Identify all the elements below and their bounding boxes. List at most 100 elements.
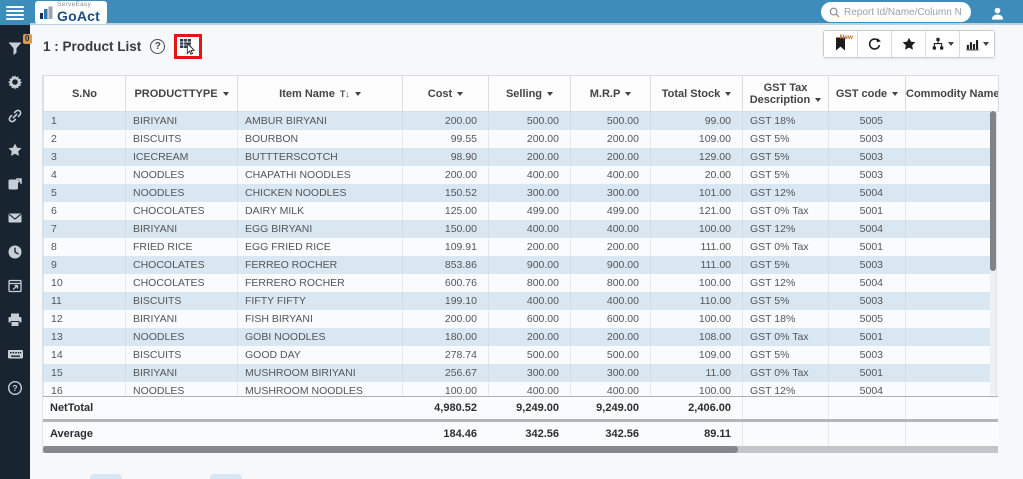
share-export-icon[interactable]	[7, 175, 24, 192]
cell-selling: 800.00	[489, 274, 571, 292]
average-mrp: 342.56	[570, 428, 650, 440]
star-icon	[902, 37, 916, 51]
horizontal-scrollbar[interactable]	[43, 446, 998, 453]
column-header-gst-code[interactable]: GST code	[829, 76, 906, 112]
cell-mrp: 800.00	[571, 274, 651, 292]
chevron-down-icon	[223, 92, 229, 96]
cell-sno: 5	[44, 184, 126, 202]
cutoff-element	[210, 474, 242, 479]
column-header-item-name[interactable]: Item NameT↓	[238, 76, 403, 112]
table-row[interactable]: 16 NOODLES MUSHROOM NOODLES 100.00 400.0…	[44, 382, 997, 396]
new-bookmark-button[interactable]: New	[824, 31, 858, 57]
report-toolbar: New	[823, 30, 995, 58]
table-row[interactable]: 3 ICECREAM BUTTTERSCOTCH 98.90 200.00 20…	[44, 148, 997, 166]
cell-commodity	[906, 166, 997, 184]
cell-total-stock: 111.00	[651, 238, 743, 256]
mail-icon[interactable]	[7, 209, 24, 226]
user-account-button[interactable]	[987, 3, 1007, 23]
cell-selling: 200.00	[489, 148, 571, 166]
cell-commodity	[906, 112, 997, 130]
column-header-selling[interactable]: Selling	[489, 76, 571, 112]
app-logo[interactable]: ServeEasy GoAct	[35, 1, 107, 24]
column-header-producttype[interactable]: PRODUCTTYPE	[126, 76, 238, 112]
table-row[interactable]: 4 NOODLES CHAPATHI NOODLES 200.00 400.00…	[44, 166, 997, 184]
table-row[interactable]: 14 BISCUITS GOOD DAY 278.74 500.00 500.0…	[44, 346, 997, 364]
logo-bars-icon	[39, 5, 54, 21]
table-row[interactable]: 6 CHOCOLATES DAIRY MILK 125.00 499.00 49…	[44, 202, 997, 220]
table-row[interactable]: 8 FRIED RICE EGG FRIED RICE 109.91 200.0…	[44, 238, 997, 256]
column-header-mrp[interactable]: M.R.P	[571, 76, 651, 112]
table-row[interactable]: 11 BISCUITS FIFTY FIFTY 199.10 400.00 40…	[44, 292, 997, 310]
link-icon[interactable]	[7, 107, 24, 124]
help-icon[interactable]: ?	[7, 379, 24, 396]
cell-commodity	[906, 130, 997, 148]
average-selling: 342.56	[488, 428, 570, 440]
table-row[interactable]: 10 CHOCOLATES FERRERO ROCHER 600.76 800.…	[44, 274, 997, 292]
cell-selling: 600.00	[489, 310, 571, 328]
horizontal-scrollbar-thumb[interactable]	[43, 446, 738, 453]
left-sidebar: 0	[0, 0, 30, 479]
cell-commodity	[906, 274, 997, 292]
column-header-sno[interactable]: S.No	[44, 76, 126, 112]
cell-mrp: 300.00	[571, 184, 651, 202]
settings-gear-icon[interactable]	[7, 73, 24, 90]
cell-total-stock: 110.00	[651, 292, 743, 310]
chart-view-button[interactable]	[960, 31, 994, 57]
cell-item-name: GOOD DAY	[238, 346, 403, 364]
cell-total-stock: 100.00	[651, 274, 743, 292]
net-total-cost: 4,980.52	[402, 402, 488, 414]
table-row[interactable]: 2 BISCUITS BOURBON 99.55 200.00 200.00 1…	[44, 130, 997, 148]
svg-text:?: ?	[12, 383, 17, 393]
search-input[interactable]	[844, 7, 962, 18]
cell-sno: 11	[44, 292, 126, 310]
cell-cost: 199.10	[403, 292, 489, 310]
table-row[interactable]: 12 BIRIYANI FISH BIRYANI 200.00 600.00 6…	[44, 310, 997, 328]
cell-selling: 300.00	[489, 364, 571, 382]
table-body-viewport: 1 BIRIYANI AMBUR BIRYANI 200.00 500.00 5…	[43, 112, 996, 396]
cell-selling: 900.00	[489, 256, 571, 274]
cell-total-stock: 100.00	[651, 310, 743, 328]
cell-mrp: 500.00	[571, 346, 651, 364]
column-header-total-stock[interactable]: Total Stock	[651, 76, 743, 112]
filter-icon[interactable]: 0	[7, 39, 24, 56]
cell-gst-code: 5003	[829, 292, 906, 310]
table-row[interactable]: 15 BIRIYANI MUSHROOM BIRIYANI 256.67 300…	[44, 364, 997, 382]
favorites-star-icon[interactable]	[7, 141, 24, 158]
cell-item-name: BUTTTERSCOTCH	[238, 148, 403, 166]
cell-sno: 16	[44, 382, 126, 396]
cell-cost: 125.00	[403, 202, 489, 220]
table-row[interactable]: 9 CHOCOLATES FERREO ROCHER 853.86 900.00…	[44, 256, 997, 274]
net-total-label: NetTotal	[43, 402, 125, 414]
hamburger-menu-button[interactable]	[0, 0, 30, 25]
favorite-button[interactable]	[892, 31, 926, 57]
cell-sno: 3	[44, 148, 126, 166]
table-row[interactable]: 7 BIRIYANI EGG BIRYANI 150.00 400.00 400…	[44, 220, 997, 238]
keyboard-icon[interactable]	[7, 345, 24, 362]
cell-total-stock: 109.00	[651, 346, 743, 364]
new-label: New	[840, 34, 853, 41]
cell-commodity	[906, 382, 997, 396]
vertical-scrollbar[interactable]	[990, 111, 996, 395]
table-row[interactable]: 13 NOODLES GOBI NOODLES 180.00 200.00 20…	[44, 328, 997, 346]
vertical-scrollbar-thumb[interactable]	[990, 111, 996, 271]
print-icon[interactable]	[7, 311, 24, 328]
cell-product-type: CHOCOLATES	[126, 274, 238, 292]
product-list-table: S.No PRODUCTTYPE Item NameT↓ Cost Sellin…	[42, 75, 997, 453]
cell-product-type: BIRIYANI	[126, 364, 238, 382]
history-clock-icon[interactable]	[7, 243, 24, 260]
report-help-icon[interactable]: ?	[150, 39, 165, 54]
cell-item-name: FISH BIRYANI	[238, 310, 403, 328]
hierarchy-view-button[interactable]	[926, 31, 960, 57]
refresh-button[interactable]	[858, 31, 892, 57]
cell-total-stock: 129.00	[651, 148, 743, 166]
column-header-commodity-name[interactable]: Commodity Name	[906, 76, 999, 112]
window-preview-icon[interactable]	[7, 277, 24, 294]
cell-gst-code: 5003	[829, 346, 906, 364]
table-row[interactable]: 5 NOODLES CHICKEN NOODLES 150.52 300.00 …	[44, 184, 997, 202]
table-row[interactable]: 1 BIRIYANI AMBUR BIRYANI 200.00 500.00 5…	[44, 112, 997, 130]
report-action-button-highlighted[interactable]	[174, 34, 202, 59]
cell-item-name: EGG BIRYANI	[238, 220, 403, 238]
column-header-cost[interactable]: Cost	[403, 76, 489, 112]
column-header-gst-tax-description[interactable]: GST TaxDescription	[743, 76, 829, 112]
net-total-mrp: 9,249.00	[570, 402, 650, 414]
